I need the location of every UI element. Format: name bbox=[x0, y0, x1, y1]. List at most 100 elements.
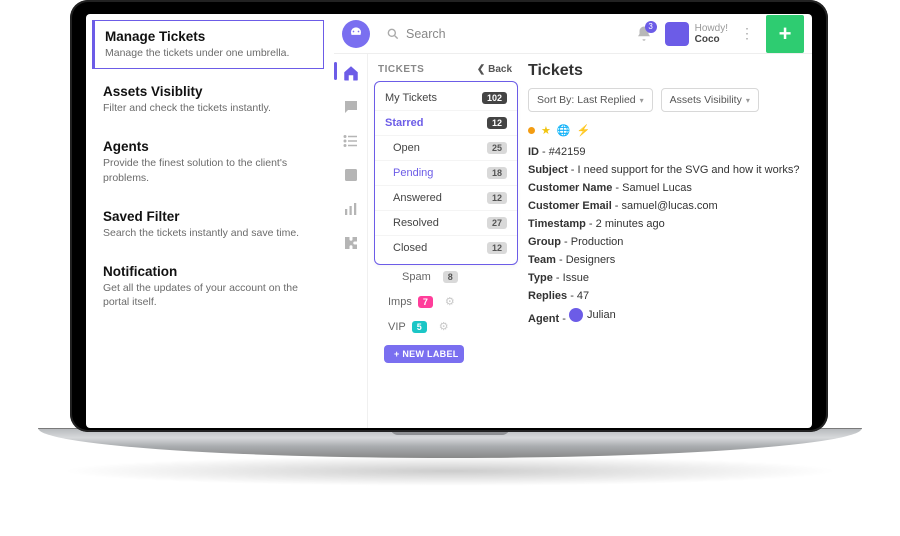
nav-my-tickets[interactable]: My Tickets 102 bbox=[375, 86, 517, 111]
rail-active-indicator bbox=[334, 62, 337, 80]
nav-label: My Tickets bbox=[385, 92, 437, 104]
user-avatar bbox=[665, 22, 689, 46]
puzzle-icon[interactable] bbox=[342, 234, 360, 252]
feature-title: Assets Visiblity bbox=[103, 84, 313, 99]
nav-count: 25 bbox=[487, 142, 507, 154]
ticket-type: Type - Issue bbox=[528, 269, 802, 287]
feature-notification[interactable]: Notification Get all the updates of your… bbox=[92, 255, 324, 318]
nav-answered[interactable]: Answered 12 bbox=[375, 186, 517, 211]
nav-count: 12 bbox=[487, 192, 507, 204]
ticket-timestamp: Timestamp - 2 minutes ago bbox=[528, 215, 802, 233]
ticket-group: Group - Production bbox=[528, 233, 802, 251]
nav-count: 12 bbox=[487, 242, 507, 254]
page-title: Tickets bbox=[528, 62, 802, 80]
ticket-agent: Agent - Julian bbox=[528, 305, 802, 328]
ticket-nav: TICKETS ❮ Back My Tickets 102 Starred 12… bbox=[368, 54, 522, 428]
new-label-button[interactable]: + NEW LABEL bbox=[384, 345, 464, 363]
feature-desc: Manage the tickets under one umbrella. bbox=[105, 46, 313, 60]
ticket-status-box: My Tickets 102 Starred 12 Open 25 Pendin… bbox=[374, 81, 518, 265]
filter-bar: Sort By: Last Replied ▾ Assets Visibility… bbox=[528, 88, 802, 112]
ticket-id: ID - #42159 bbox=[528, 143, 802, 161]
bars-icon[interactable] bbox=[342, 200, 360, 218]
nav-label: Closed bbox=[393, 242, 427, 254]
feature-list: Manage Tickets Manage the tickets under … bbox=[86, 20, 334, 324]
user-name: Coco bbox=[695, 34, 720, 45]
ticket-customer-name: Customer Name - Samuel Lucas bbox=[528, 179, 802, 197]
home-icon[interactable] bbox=[342, 64, 360, 82]
brand-avatar[interactable] bbox=[342, 20, 370, 48]
notifications-button[interactable]: 3 bbox=[635, 25, 653, 43]
nav-starred[interactable]: Starred 12 bbox=[375, 111, 517, 136]
laptop-screen: Manage Tickets Manage the tickets under … bbox=[86, 14, 812, 428]
nav-count: 8 bbox=[443, 271, 458, 283]
nav-imps[interactable]: Imps 7 ⚙ bbox=[374, 289, 518, 314]
nav-count: 27 bbox=[487, 217, 507, 229]
sort-dropdown[interactable]: Sort By: Last Replied ▾ bbox=[528, 88, 653, 112]
icon-rail bbox=[334, 54, 368, 428]
ticket-team: Team - Designers bbox=[528, 251, 802, 269]
nav-label: Answered bbox=[393, 192, 442, 204]
ticket-nav-header: TICKETS ❮ Back bbox=[374, 60, 518, 81]
nav-count: 5 bbox=[412, 321, 427, 333]
topbar: Search 3 Howdy! Coco ⋮ + bbox=[334, 14, 812, 54]
gear-icon[interactable]: ⚙ bbox=[439, 320, 449, 333]
nav-label: Spam bbox=[402, 271, 431, 283]
nav-spam[interactable]: Spam 8 bbox=[374, 265, 518, 289]
bolt-icon: ⚡ bbox=[577, 124, 591, 137]
ticket-customer-email: Customer Email - samuel@lucas.com bbox=[528, 197, 802, 215]
nav-resolved[interactable]: Resolved 27 bbox=[375, 211, 517, 236]
nav-label: Starred bbox=[385, 117, 424, 129]
priority-dot bbox=[528, 127, 535, 134]
chevron-down-icon: ▾ bbox=[640, 96, 644, 105]
back-button[interactable]: ❮ Back bbox=[477, 64, 512, 75]
feature-title: Manage Tickets bbox=[105, 29, 313, 44]
ticket-subject: Subject - I need support for the SVG and… bbox=[528, 161, 802, 179]
add-button[interactable]: + bbox=[766, 15, 804, 53]
nav-label: VIP bbox=[388, 321, 406, 333]
feature-desc: Filter and check the tickets instantly. bbox=[103, 101, 313, 115]
agent-avatar bbox=[569, 308, 583, 322]
feature-saved-filter[interactable]: Saved Filter Search the tickets instantl… bbox=[92, 200, 324, 249]
globe-icon: 🌐 bbox=[557, 124, 571, 137]
visibility-dropdown[interactable]: Assets Visibility ▾ bbox=[661, 88, 759, 112]
feature-agents[interactable]: Agents Provide the finest solution to th… bbox=[92, 130, 324, 193]
feature-title: Agents bbox=[103, 139, 313, 154]
gear-icon[interactable]: ⚙ bbox=[445, 295, 455, 308]
agent-chip[interactable]: Julian bbox=[569, 308, 616, 322]
feature-desc: Search the tickets instantly and save ti… bbox=[103, 226, 313, 240]
feature-manage-tickets[interactable]: Manage Tickets Manage the tickets under … bbox=[92, 20, 324, 69]
nav-label: Imps bbox=[388, 296, 412, 308]
nav-count: 7 bbox=[418, 296, 433, 308]
feature-desc: Provide the finest solution to the clien… bbox=[103, 156, 313, 184]
star-icon: ★ bbox=[541, 124, 551, 137]
user-greeting: Howdy! bbox=[695, 23, 728, 34]
ticket-nav-title: TICKETS bbox=[378, 64, 424, 75]
feature-title: Notification bbox=[103, 264, 313, 279]
chevron-down-icon: ▾ bbox=[746, 96, 750, 105]
search-input[interactable]: Search bbox=[378, 21, 627, 47]
headset-icon bbox=[346, 24, 366, 44]
ticket-content: Tickets Sort By: Last Replied ▾ Assets Vi… bbox=[522, 54, 812, 428]
nav-pending[interactable]: Pending 18 bbox=[375, 161, 517, 186]
feature-title: Saved Filter bbox=[103, 209, 313, 224]
agent-name: Julian bbox=[587, 309, 616, 321]
nav-count: 18 bbox=[487, 167, 507, 179]
nav-label: Open bbox=[393, 142, 420, 154]
ticket-replies: Replies - 47 bbox=[528, 287, 802, 305]
nav-open[interactable]: Open 25 bbox=[375, 136, 517, 161]
chat-icon[interactable] bbox=[342, 98, 360, 116]
visibility-label: Assets Visibility bbox=[670, 94, 742, 106]
sort-label: Sort By: Last Replied bbox=[537, 94, 636, 106]
nav-closed[interactable]: Closed 12 bbox=[375, 236, 517, 260]
app-frame: Search 3 Howdy! Coco ⋮ + bbox=[334, 14, 812, 428]
list-icon[interactable] bbox=[342, 132, 360, 150]
feature-assets-visibility[interactable]: Assets Visiblity Filter and check the ti… bbox=[92, 75, 324, 124]
plus-icon: + bbox=[779, 21, 792, 47]
feature-desc: Get all the updates of your account on t… bbox=[103, 281, 313, 309]
nav-vip[interactable]: VIP 5 ⚙ bbox=[374, 314, 518, 339]
more-menu-button[interactable]: ⋮ bbox=[736, 25, 758, 42]
nav-count: 12 bbox=[487, 117, 507, 129]
nav-count: 102 bbox=[482, 92, 507, 104]
card-icon[interactable] bbox=[342, 166, 360, 184]
user-menu[interactable]: Howdy! Coco bbox=[665, 22, 728, 46]
